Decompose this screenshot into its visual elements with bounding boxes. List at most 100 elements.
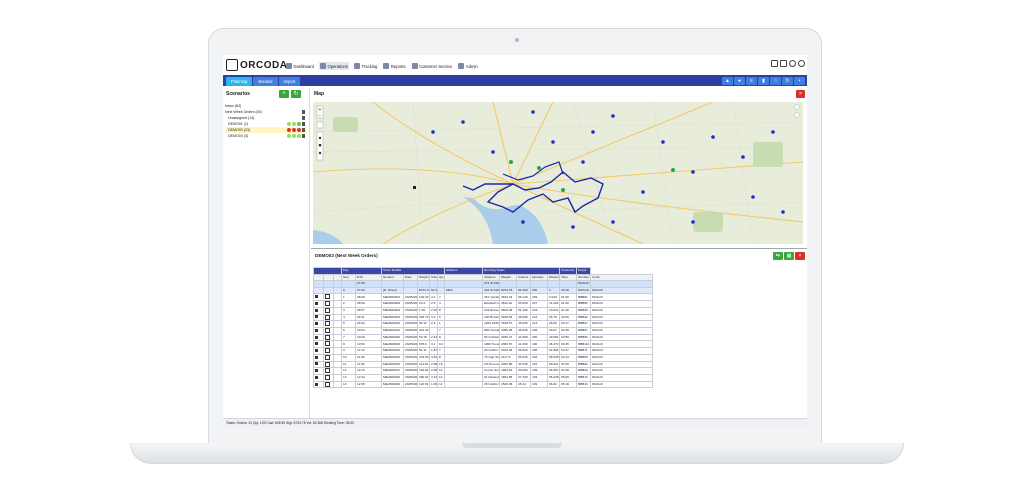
route-button[interactable]: ⇆ (773, 252, 783, 260)
column-header[interactable]: Time (559, 273, 578, 282)
table-row[interactable]: 1412:35MELB0003923/05/2022122.511.09911 2… (313, 380, 653, 389)
nav-label: Reports (390, 63, 406, 69)
list-icon[interactable]: ≡ (746, 76, 757, 85)
table-row[interactable]: 108:28MELB0000123/05/2022102.344.17 261 Y… (313, 293, 653, 302)
table-row[interactable]: 509:42MELB0001023/05/202290.122.61 1200 1… (313, 320, 653, 328)
add-scenario-button[interactable]: + (279, 90, 289, 98)
scenario-menu-icon[interactable] (302, 110, 305, 114)
column-header[interactable] (444, 273, 484, 282)
tab-planning[interactable]: Planning (226, 76, 253, 86)
table-row[interactable]: 1212:14MELB0003723/05/2022190.842.6812Co… (313, 367, 653, 375)
table-cell: 25 Collins St, MELBOU... (482, 347, 501, 355)
table-row[interactable]: 610:04MELB0001423/05/2022222.32 7 800 Toor… (313, 326, 653, 335)
table-cell: MELB00004 (381, 313, 405, 322)
table-cell: 08:57 (354, 306, 383, 315)
map-draw-tools[interactable] (316, 131, 324, 161)
nav-operations[interactable]: Operations (319, 62, 349, 70)
logo[interactable]: ORCODA (226, 59, 287, 71)
column-header[interactable]: Weight (417, 273, 431, 282)
table-row[interactable]: 810:53MELB0002323/05/2022678.93.110 1000 … (313, 340, 653, 349)
table-row[interactable]: 308:57MELB0000323/05/20221.562.928 219 Ru… (313, 306, 653, 315)
column-header[interactable]: Number (381, 273, 405, 282)
map-layers-control[interactable] (316, 121, 324, 129)
table-row[interactable]: 1312:34MELB0004023/05/2022200.943.2214 61… (313, 374, 653, 382)
table-cell: 23/05/2022 (403, 326, 419, 335)
scenario-menu-icon[interactable] (302, 134, 305, 138)
map-close-button[interactable]: × (796, 90, 805, 98)
table-cell: 05:19 (559, 380, 578, 389)
search-icon[interactable]: ○ (770, 76, 781, 85)
table-cell: MELB00002 (381, 300, 405, 308)
column-header[interactable]: Volume (429, 273, 439, 282)
scenario-item[interactable]: DEMO04 (3) (225, 133, 307, 139)
gear-icon[interactable] (789, 60, 796, 67)
grid-icon[interactable] (771, 60, 778, 67)
nav-reports[interactable]: Reports (382, 62, 406, 70)
route-map[interactable]: +− (313, 102, 803, 244)
column-header[interactable]: Number (576, 273, 592, 282)
refresh-scenarios-button[interactable]: ↻ (291, 90, 301, 98)
table-row[interactable]: 1011:36MELB0003023/05/2022232.933.818 75 … (313, 353, 653, 362)
table-cell: 214 (530, 313, 549, 322)
tab-booked[interactable]: Booked (253, 76, 278, 86)
table-cell (444, 306, 484, 315)
table-view-button[interactable]: ▦ (784, 252, 794, 260)
table-cell: $734.78 (499, 286, 518, 295)
table-row[interactable]: 208:46MELB0000223/05/202223.42.53 Elizabe… (313, 300, 653, 308)
table-cell: 09:11 (354, 313, 383, 322)
table-cell: DDAUC (590, 293, 653, 302)
person-icon (315, 322, 318, 326)
scenario-menu-icon[interactable] (302, 128, 305, 132)
table-cell: DDAUC (590, 333, 653, 342)
column-header[interactable]: Address (482, 273, 501, 282)
table-cell: 7 (437, 326, 446, 335)
globe-icon[interactable]: ● (734, 76, 745, 85)
table-icon (325, 382, 330, 387)
power-icon[interactable] (798, 60, 805, 67)
table-row[interactable]: 07:30 273 St Kilda Road, Mel... DDAUC (313, 280, 653, 288)
table-cell: MELB00037 (381, 367, 405, 375)
person-icon (315, 308, 318, 312)
column-header[interactable]: Volume (516, 273, 532, 282)
nav-admin[interactable]: Admin (457, 62, 478, 70)
orders-close-button[interactable]: × (795, 252, 805, 260)
column-header[interactable]: Date (403, 273, 419, 282)
nav-customer-service[interactable]: Customer Service (411, 62, 454, 70)
column-header[interactable]: Quantity (530, 273, 549, 282)
table-cell: 90.12 (417, 320, 431, 328)
fullscreen-icon[interactable] (780, 60, 787, 67)
refresh-icon[interactable]: ↻ (782, 76, 793, 85)
nav-dashboard[interactable]: Dashboard (285, 62, 315, 70)
scenario-menu-icon[interactable] (302, 116, 305, 120)
table-cell: 6 (341, 326, 356, 335)
table-cell: MELB00003 (381, 306, 405, 315)
tracking-icon (353, 63, 360, 69)
column-header[interactable]: Seq (341, 273, 356, 282)
depot-marker (413, 186, 416, 189)
column-header[interactable]: Distance (547, 273, 561, 282)
table-cell: 3 (341, 306, 356, 315)
table-row[interactable]: 409:11MELB0000423/05/2022200.793.25 100 B… (313, 313, 653, 322)
tab-import[interactable]: Import (278, 76, 301, 86)
column-header[interactable]: Code (590, 273, 653, 282)
column-header[interactable]: Weight (499, 273, 518, 282)
table-cell: 53.668 (516, 300, 532, 308)
column-header[interactable]: Qty (437, 273, 446, 282)
person-icon (315, 348, 318, 352)
table-cell: 23/05/2022 (403, 380, 419, 389)
table-row[interactable]: 007:30[D: Driver]$734.7882.368DEO434 St … (313, 286, 653, 295)
table-icon (325, 301, 330, 307)
table-cell: 109 (530, 380, 549, 389)
table-row[interactable]: 710:29MELB0002023/05/202250.782.448 53 Co… (313, 333, 653, 342)
table-row[interactable]: 911:12MELB0002623/05/202251.111.877 25 Co… (313, 347, 653, 355)
table-row[interactable]: 1111:56MELB0003423/05/2022114.642.6815 2/… (313, 360, 653, 369)
laptop-base-notch (462, 443, 562, 448)
map-zoom-controls[interactable]: +− (316, 105, 324, 119)
scenario-menu-icon[interactable] (302, 122, 305, 126)
chart-icon[interactable]: ▮ (758, 76, 769, 85)
pin-icon[interactable]: • (794, 76, 805, 85)
nav-tracking[interactable]: Tracking (353, 62, 378, 70)
table-cell: 2.68 (429, 360, 439, 369)
alert-icon[interactable]: ▲ (722, 76, 733, 85)
column-header[interactable]: ETA (354, 273, 383, 282)
